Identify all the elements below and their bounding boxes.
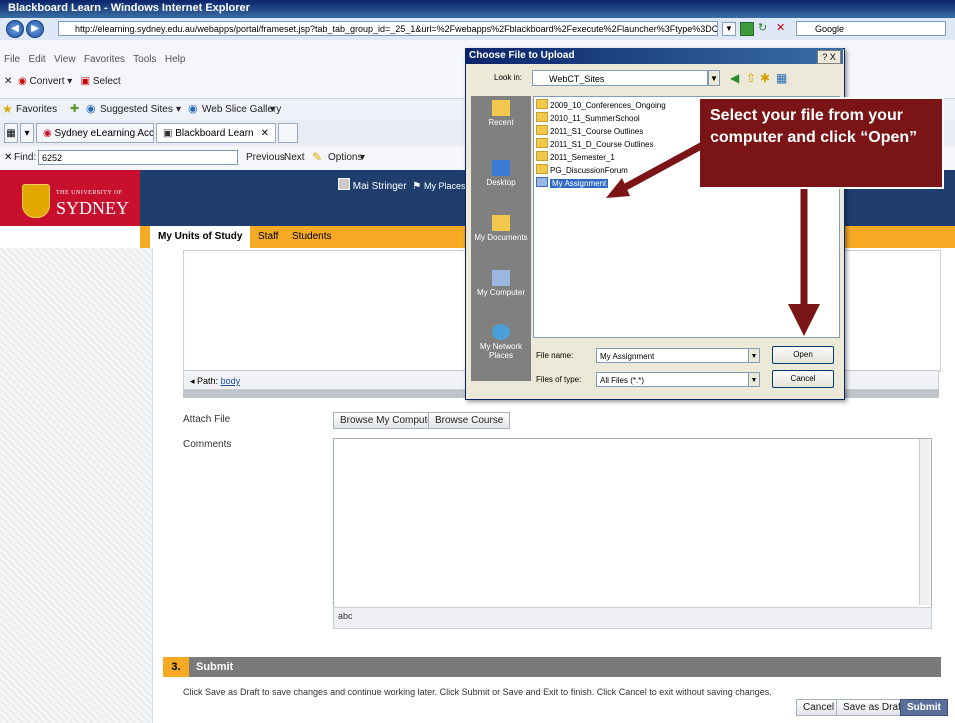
arrow-head-open: [788, 304, 820, 336]
arrow-to-file: [618, 136, 714, 194]
arrow-head-file: [606, 178, 630, 198]
callout-arrows: [606, 136, 820, 336]
